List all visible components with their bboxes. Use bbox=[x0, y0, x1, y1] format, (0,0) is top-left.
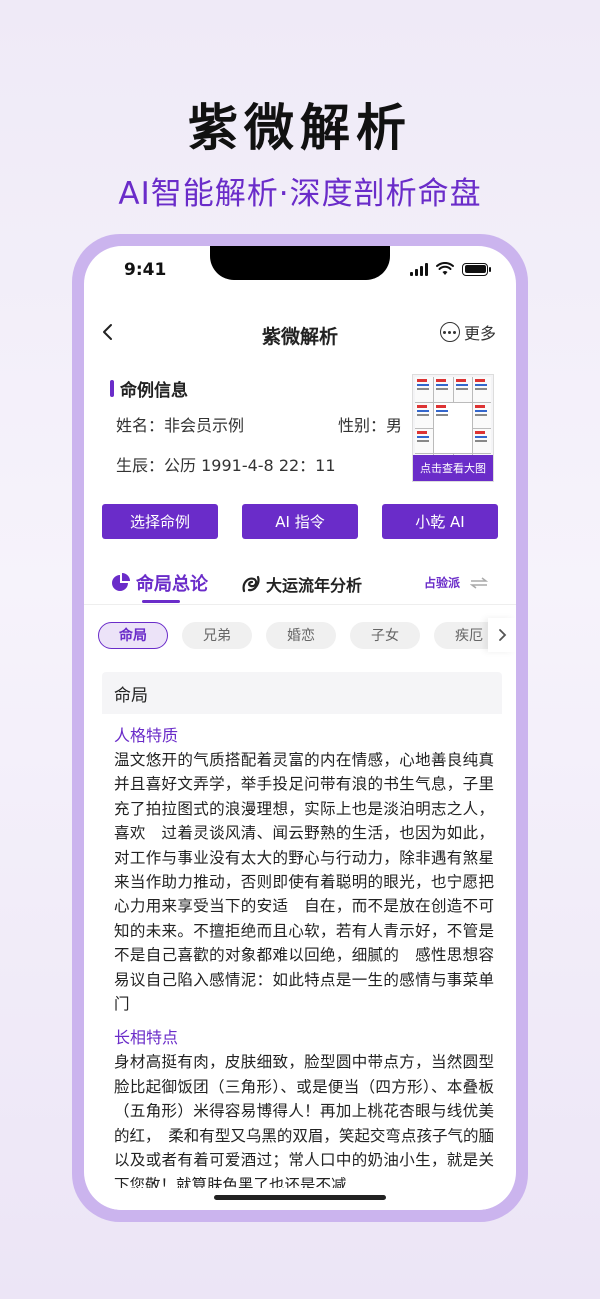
swap-icon bbox=[470, 576, 488, 589]
wifi-icon bbox=[436, 262, 454, 275]
birth-label: 生辰： bbox=[116, 456, 165, 475]
hero-subtitle: AI智能解析·深度剖析命盘 bbox=[118, 176, 482, 212]
school-label: 占验派 bbox=[423, 576, 460, 590]
tab-fortune-label: 大运流年分析 bbox=[266, 576, 363, 595]
tab-bar: 命局总论 大运流年分析 占验派 bbox=[84, 562, 516, 606]
birth-value: 公历 1991-4-8 22：11 bbox=[164, 456, 336, 475]
section-marker bbox=[110, 380, 114, 397]
section-text-appearance: 身材高挺有肉，皮肤细致，脸型圆中带点方，当然圆型脸比起御饭团（三角形）、或是便当… bbox=[114, 1053, 494, 1194]
chip-children[interactable]: 子女 bbox=[350, 621, 420, 649]
status-icons bbox=[410, 262, 491, 276]
case-info-section: 命例信息 姓名：非会员示例 性别：男 生辰：公历 1991-4-8 22：11 … bbox=[110, 374, 502, 482]
more-button[interactable]: 更多 bbox=[439, 320, 496, 344]
school-switch[interactable]: 占验派 bbox=[424, 574, 488, 591]
chip-minggju[interactable]: 命局 bbox=[98, 621, 168, 649]
gender-label: 性别： bbox=[338, 416, 387, 435]
phone-screen: 9:41 紫微解析 更多 命例信息 姓名：非会员示例 性别：男 生辰：公历 19… bbox=[84, 246, 516, 1210]
notch bbox=[210, 246, 390, 280]
name-label: 姓名： bbox=[116, 416, 165, 435]
chart-thumbnail[interactable]: 点击查看大图 bbox=[412, 374, 494, 482]
home-indicator[interactable] bbox=[214, 1195, 386, 1200]
tab-divider bbox=[84, 604, 516, 605]
tab-overview[interactable]: 命局总论 bbox=[110, 570, 208, 596]
select-case-button[interactable]: 选择命例 bbox=[102, 504, 218, 539]
chip-marriage[interactable]: 婚恋 bbox=[266, 621, 336, 649]
ai-command-button[interactable]: AI 指令 bbox=[242, 504, 358, 539]
tab-underline bbox=[142, 600, 180, 603]
xiaoqian-ai-button[interactable]: 小乾 AI bbox=[382, 504, 498, 539]
section-title-appearance: 长相特点 bbox=[114, 1028, 179, 1048]
swirl-icon bbox=[242, 575, 260, 593]
hero-title: 紫微解析 bbox=[188, 99, 412, 157]
ellipsis-circle-icon bbox=[439, 322, 460, 342]
battery-icon bbox=[462, 262, 491, 276]
chevron-right-icon bbox=[499, 629, 507, 641]
nav-bar: 紫微解析 更多 bbox=[84, 314, 516, 354]
signal-icon bbox=[410, 262, 428, 276]
tab-overview-label: 命局总论 bbox=[136, 574, 208, 595]
tab-fortune[interactable]: 大运流年分析 bbox=[240, 572, 362, 596]
chips-scroll-button[interactable] bbox=[488, 618, 516, 652]
action-buttons: 选择命例 AI 指令 小乾 AI bbox=[102, 504, 498, 539]
gender-row: 性别：男 bbox=[338, 412, 402, 436]
name-row: 姓名：非会员示例 bbox=[116, 412, 244, 436]
chip-brothers[interactable]: 兄弟 bbox=[182, 621, 252, 649]
section-title-personality: 人格特质 bbox=[114, 726, 179, 745]
case-info-title: 命例信息 bbox=[120, 381, 188, 401]
birth-row: 生辰：公历 1991-4-8 22：11 bbox=[116, 452, 336, 476]
gender-value: 男 bbox=[386, 416, 403, 435]
more-label: 更多 bbox=[463, 324, 496, 343]
pie-chart-icon bbox=[112, 573, 130, 591]
name-value: 非会员示例 bbox=[164, 416, 245, 435]
view-chart-button[interactable]: 点击查看大图 bbox=[413, 455, 493, 481]
analysis-card: 命局 人格特质 温文悠开的气质搭配着灵富的内在情感，心地善良纯真并且喜好文弄学，… bbox=[102, 672, 502, 1210]
card-title: 命局 bbox=[102, 672, 502, 714]
status-time: 9:41 bbox=[124, 260, 167, 280]
phone-frame: 9:41 紫微解析 更多 命例信息 姓名：非会员示例 性别：男 生辰：公历 19… bbox=[72, 234, 528, 1222]
section-text-personality: 温文悠开的气质搭配着灵富的内在情感，心地善良纯真并且喜好文弄学，举手投足问带有浪… bbox=[114, 751, 494, 1014]
category-chips: 命局 兄弟 婚恋 子女 疾厄 bbox=[98, 618, 516, 652]
